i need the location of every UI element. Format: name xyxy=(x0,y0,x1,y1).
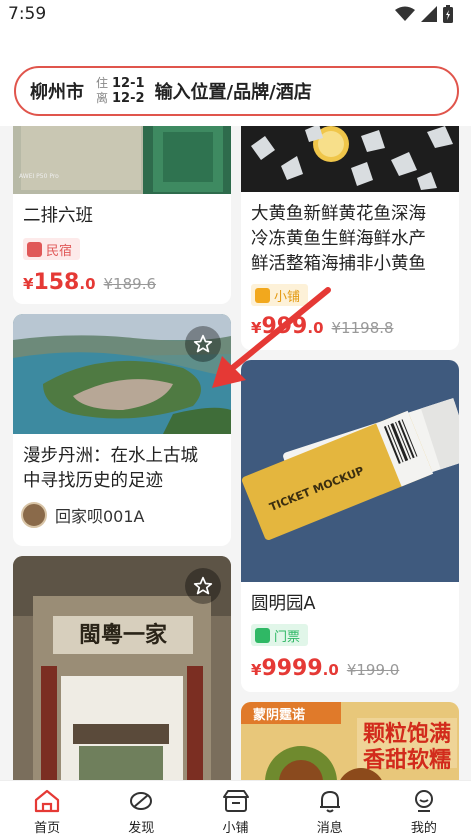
chestnut-card[interactable]: 蒙阴霆诺 颗粒饱满 香甜软糯 xyxy=(241,702,459,780)
signal-icon xyxy=(421,6,437,22)
oldhouse-card[interactable]: 閩粵一家 xyxy=(13,556,231,780)
fish-title-line1: 大黄鱼新鲜黄花鱼深海 xyxy=(251,204,426,224)
ticket-title: 圆明园A xyxy=(251,594,316,614)
nav-messages-label: 消息 xyxy=(316,821,343,836)
plaque-text: 閩粵一家 xyxy=(79,622,168,648)
feed[interactable]: AWEI P50 Pro 二排六班 民宿 ¥ 158 .0 ¥189.6 漫步丹… xyxy=(0,126,471,780)
nav-shop[interactable]: 小铺 xyxy=(188,781,282,840)
checkout-tag: 离 xyxy=(96,91,109,105)
ticket-card[interactable]: TICKET MOCKUP TICKET MOCKUP 圆明园A 门票 ¥ 99… xyxy=(241,360,459,692)
original-price: ¥189.6 xyxy=(103,275,157,293)
chestnut-brand: 蒙阴霆诺 xyxy=(253,708,306,723)
home-icon xyxy=(34,789,60,813)
nav-discover-label: 发现 xyxy=(128,821,155,836)
status-bar: 7:59 xyxy=(0,0,471,26)
price-currency: ¥ xyxy=(23,275,34,293)
leaf-icon xyxy=(130,792,153,810)
shop-icon xyxy=(222,790,249,812)
homestay-badge: 民宿 xyxy=(23,238,81,260)
chestnut-slogan-2: 香甜软糯 xyxy=(362,748,451,773)
ticket-badge-label: 门票 xyxy=(274,629,301,645)
homestay-badge-label: 民宿 xyxy=(46,243,73,259)
ticket-price: ¥ 9999 .0 ¥199.0 xyxy=(251,656,399,681)
ticket-badge: 门票 xyxy=(251,624,309,646)
status-icons xyxy=(395,5,453,23)
pointer-arrow-icon xyxy=(212,287,331,388)
original-price: ¥199.0 xyxy=(346,661,400,679)
author-name: 回家呗001A xyxy=(55,507,145,526)
profile-icon xyxy=(414,790,433,812)
homestay-title: 二排六班 xyxy=(23,206,93,226)
nav-home[interactable]: 首页 xyxy=(0,781,94,840)
homestay-price: ¥ 158 .0 ¥189.6 xyxy=(23,270,156,295)
price-currency: ¥ xyxy=(251,661,262,679)
search-bar[interactable]: 柳州市 住 12-1 离 12-2 输入位置/品牌/酒店 xyxy=(14,66,459,116)
checkin-date: 12-1 xyxy=(112,76,145,91)
svg-text:AWEI P50 Pro: AWEI P50 Pro xyxy=(19,173,59,180)
city-selector[interactable]: 柳州市 xyxy=(30,78,84,104)
homestay-badge-icon xyxy=(27,241,42,257)
favorite-star-icon[interactable] xyxy=(185,568,221,604)
price-decimal: .0 xyxy=(322,661,339,679)
nav-shop-label: 小铺 xyxy=(222,821,249,836)
nav-profile-label: 我的 xyxy=(410,821,437,836)
homestay-image: AWEI P50 Pro xyxy=(13,126,231,194)
original-price: ¥1198.8 xyxy=(331,319,394,337)
article-author[interactable]: 回家呗001A xyxy=(21,502,145,528)
nav-discover[interactable]: 发现 xyxy=(94,781,188,840)
article-title-line1: 漫步丹洲：在水上古城 xyxy=(23,446,198,466)
battery-icon xyxy=(443,5,453,23)
nav-messages[interactable]: 消息 xyxy=(283,781,377,840)
fish-title-line2: 冷冻黄鱼生鲜海鲜水产 xyxy=(251,229,426,249)
search-input[interactable]: 输入位置/品牌/酒店 xyxy=(155,78,312,104)
header: 柳州市 住 12-1 离 12-2 输入位置/品牌/酒店 xyxy=(0,26,471,126)
fish-title-line3: 鲜活整箱海捕非小黄鱼 xyxy=(251,254,426,274)
price-integer: 9999 xyxy=(261,656,323,681)
article-title-line2: 中寻找历史的足迹 xyxy=(23,471,163,491)
checkin-tag: 住 xyxy=(96,76,109,90)
nav-profile[interactable]: 我的 xyxy=(377,781,471,840)
bell-icon xyxy=(319,791,340,813)
avatar xyxy=(21,502,47,528)
date-selector[interactable]: 住 12-1 离 12-2 xyxy=(96,76,145,106)
homestay-card[interactable]: AWEI P50 Pro 二排六班 民宿 ¥ 158 .0 ¥189.6 xyxy=(13,126,231,304)
wifi-icon xyxy=(395,6,415,21)
status-time: 7:59 xyxy=(8,4,47,24)
checkout-date: 12-2 xyxy=(112,91,145,106)
fish-image xyxy=(241,126,459,192)
price-integer: 158 xyxy=(33,270,80,295)
nav-home-label: 首页 xyxy=(34,821,61,836)
bottom-nav: 首页 发现 小铺 消息 我的 xyxy=(0,780,471,840)
price-decimal: .0 xyxy=(79,275,96,293)
ticket-badge-icon xyxy=(255,627,270,643)
